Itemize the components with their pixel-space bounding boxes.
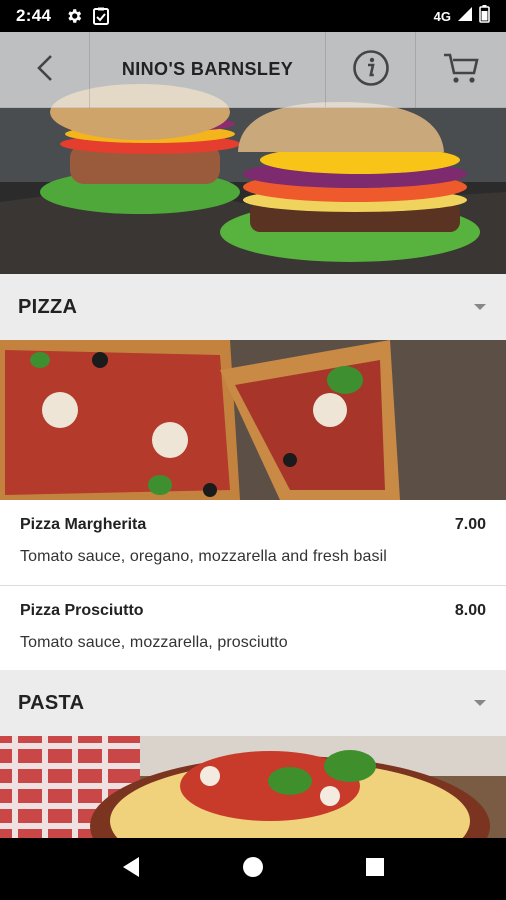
- item-price: 8.00: [454, 602, 486, 619]
- category-header-pizza[interactable]: PIZZA: [0, 274, 506, 340]
- title-area: NINO'S BARNSLEY: [90, 32, 326, 107]
- network-label: 4G: [433, 8, 451, 24]
- nav-back-icon: [121, 856, 141, 883]
- settings-icon: [65, 7, 83, 25]
- nav-home-icon: [242, 856, 264, 883]
- category-label: PIZZA: [18, 295, 78, 318]
- item-description: Tomato sauce, oregano, mozzarella and fr…: [20, 548, 387, 565]
- status-time: 2:44: [16, 6, 52, 25]
- signal-icon: [457, 6, 473, 27]
- info-icon: [352, 49, 390, 92]
- pizza-category-image: [0, 340, 506, 500]
- cart-icon: [442, 51, 480, 90]
- item-header: Pizza Prosciutto 8.00: [20, 586, 486, 620]
- pasta-category-image: [0, 736, 506, 838]
- menu-item[interactable]: Pizza Margherita 7.00 Tomato sauce, oreg…: [0, 500, 506, 585]
- chevron-down-icon: [474, 700, 486, 706]
- menu-item[interactable]: Pizza Prosciutto 8.00 Tomato sauce, mozz…: [0, 586, 506, 670]
- status-bar: 2:44 4G: [0, 0, 506, 32]
- info-button[interactable]: [326, 32, 416, 108]
- item-header: Pizza Margherita 7.00: [20, 500, 486, 534]
- nav-recents-icon: [365, 857, 385, 882]
- clipboard-icon: [93, 7, 110, 25]
- category-label: PASTA: [18, 691, 85, 714]
- back-arrow-icon: [35, 54, 55, 87]
- nav-back-button[interactable]: [111, 849, 151, 889]
- item-name: Pizza Prosciutto: [20, 602, 144, 619]
- category-header-pasta[interactable]: PASTA: [0, 670, 506, 736]
- nav-recents-button[interactable]: [355, 849, 395, 889]
- item-price: 7.00: [454, 516, 486, 533]
- system-nav-bar: [0, 838, 506, 900]
- page-title: NINO'S BARNSLEY: [121, 59, 294, 79]
- item-name: Pizza Margherita: [20, 516, 147, 533]
- cart-button[interactable]: [416, 32, 506, 108]
- battery-icon: [479, 4, 490, 28]
- chevron-down-icon: [474, 304, 486, 310]
- nav-home-button[interactable]: [233, 849, 273, 889]
- item-description: Tomato sauce, mozzarella, prosciutto: [20, 634, 288, 651]
- app-header: NINO'S BARNSLEY: [0, 32, 506, 108]
- back-button[interactable]: [0, 32, 90, 108]
